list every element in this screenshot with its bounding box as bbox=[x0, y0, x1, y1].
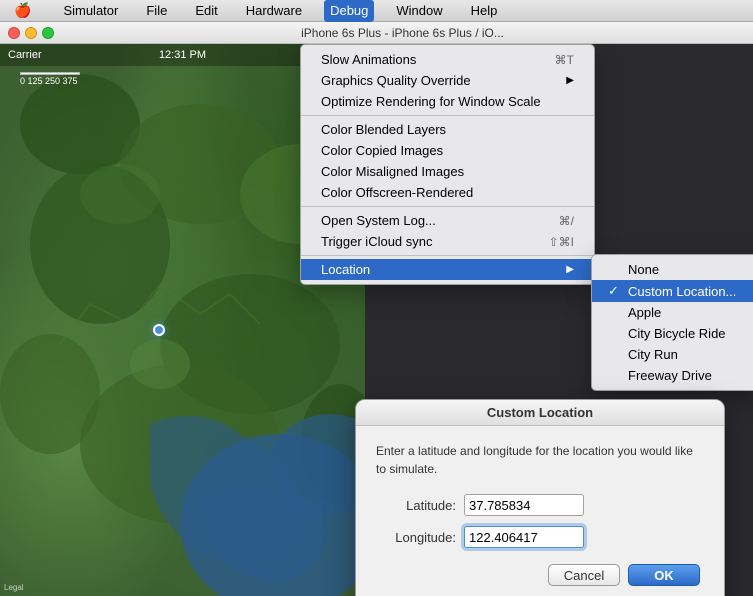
menu-item-graphics-quality[interactable]: Graphics Quality Override ▶ bbox=[301, 70, 594, 91]
title-bar: iPhone 6s Plus - iPhone 6s Plus / iO... bbox=[0, 22, 753, 44]
carrier-text: Carrier bbox=[8, 49, 124, 61]
legal-text: Legal bbox=[4, 583, 24, 592]
submenu-item-custom-location[interactable]: ✓ Custom Location... bbox=[592, 280, 753, 302]
fullscreen-button[interactable] bbox=[42, 27, 54, 39]
longitude-input[interactable] bbox=[464, 526, 584, 548]
menu-item-optimize-rendering[interactable]: Optimize Rendering for Window Scale bbox=[301, 91, 594, 112]
dialog-body: Enter a latitude and longitude for the l… bbox=[356, 426, 724, 596]
custom-location-dialog: Custom Location Enter a latitude and lon… bbox=[355, 399, 725, 596]
file-menu[interactable]: File bbox=[140, 0, 173, 22]
dialog-message: Enter a latitude and longitude for the l… bbox=[376, 442, 704, 478]
separator-2 bbox=[301, 206, 594, 207]
window-menu[interactable]: Window bbox=[390, 0, 448, 22]
menu-item-trigger-icloud[interactable]: Trigger iCloud sync ⇧⌘I bbox=[301, 231, 594, 252]
edit-menu[interactable]: Edit bbox=[189, 0, 223, 22]
longitude-field: Longitude: bbox=[376, 526, 704, 548]
cancel-button[interactable]: Cancel bbox=[548, 564, 620, 586]
minimize-button[interactable] bbox=[25, 27, 37, 39]
menu-item-color-misaligned[interactable]: Color Misaligned Images bbox=[301, 161, 594, 182]
time-text: 12:31 PM bbox=[124, 49, 240, 61]
separator-3 bbox=[301, 255, 594, 256]
custom-checkmark: ✓ bbox=[608, 283, 622, 299]
latitude-label: Latitude: bbox=[376, 498, 456, 513]
traffic-lights bbox=[8, 27, 54, 39]
menu-item-location[interactable]: Location ▶ bbox=[301, 259, 594, 280]
latitude-input[interactable] bbox=[464, 494, 584, 516]
simulator-area: Carrier 12:31 PM ▐▐▐ ▐▐▐ 🔋 0 125 250 375… bbox=[0, 44, 753, 596]
ruler-labels: 0 125 250 375 bbox=[20, 76, 80, 86]
submenu-item-city-run[interactable]: City Run bbox=[592, 344, 753, 365]
submenu-item-apple[interactable]: Apple bbox=[592, 302, 753, 323]
debug-menu[interactable]: Debug bbox=[324, 0, 374, 22]
menu-item-color-copied[interactable]: Color Copied Images bbox=[301, 140, 594, 161]
map-ruler: 0 125 250 375 bbox=[20, 72, 80, 86]
simulator-menu[interactable]: Simulator bbox=[57, 0, 124, 22]
separator-1 bbox=[301, 115, 594, 116]
apple-menu[interactable]: 🍎 bbox=[8, 0, 37, 22]
dialog-buttons: Cancel OK bbox=[376, 564, 704, 586]
menu-item-color-blended[interactable]: Color Blended Layers bbox=[301, 119, 594, 140]
debug-menu-dropdown: Slow Animations ⌘T Graphics Quality Over… bbox=[300, 44, 595, 285]
hardware-menu[interactable]: Hardware bbox=[240, 0, 308, 22]
latitude-field: Latitude: bbox=[376, 494, 704, 516]
submenu-item-none[interactable]: None bbox=[592, 259, 753, 280]
menu-item-color-offscreen[interactable]: Color Offscreen-Rendered bbox=[301, 182, 594, 203]
location-submenu: None ✓ Custom Location... Apple City Bic… bbox=[591, 254, 753, 391]
help-menu[interactable]: Help bbox=[465, 0, 504, 22]
dialog-title: Custom Location bbox=[356, 400, 724, 426]
menu-item-open-system-log[interactable]: Open System Log... ⌘/ bbox=[301, 210, 594, 231]
submenu-item-freeway-drive[interactable]: Freeway Drive bbox=[592, 365, 753, 386]
submenu-item-city-bicycle-ride[interactable]: City Bicycle Ride bbox=[592, 323, 753, 344]
ok-button[interactable]: OK bbox=[628, 564, 700, 586]
menu-item-slow-animations[interactable]: Slow Animations ⌘T bbox=[301, 49, 594, 70]
window-title: iPhone 6s Plus - iPhone 6s Plus / iO... bbox=[60, 26, 745, 40]
location-marker bbox=[153, 324, 165, 336]
longitude-label: Longitude: bbox=[376, 530, 456, 545]
menu-bar: 🍎 Simulator File Edit Hardware Debug Win… bbox=[0, 0, 753, 22]
close-button[interactable] bbox=[8, 27, 20, 39]
